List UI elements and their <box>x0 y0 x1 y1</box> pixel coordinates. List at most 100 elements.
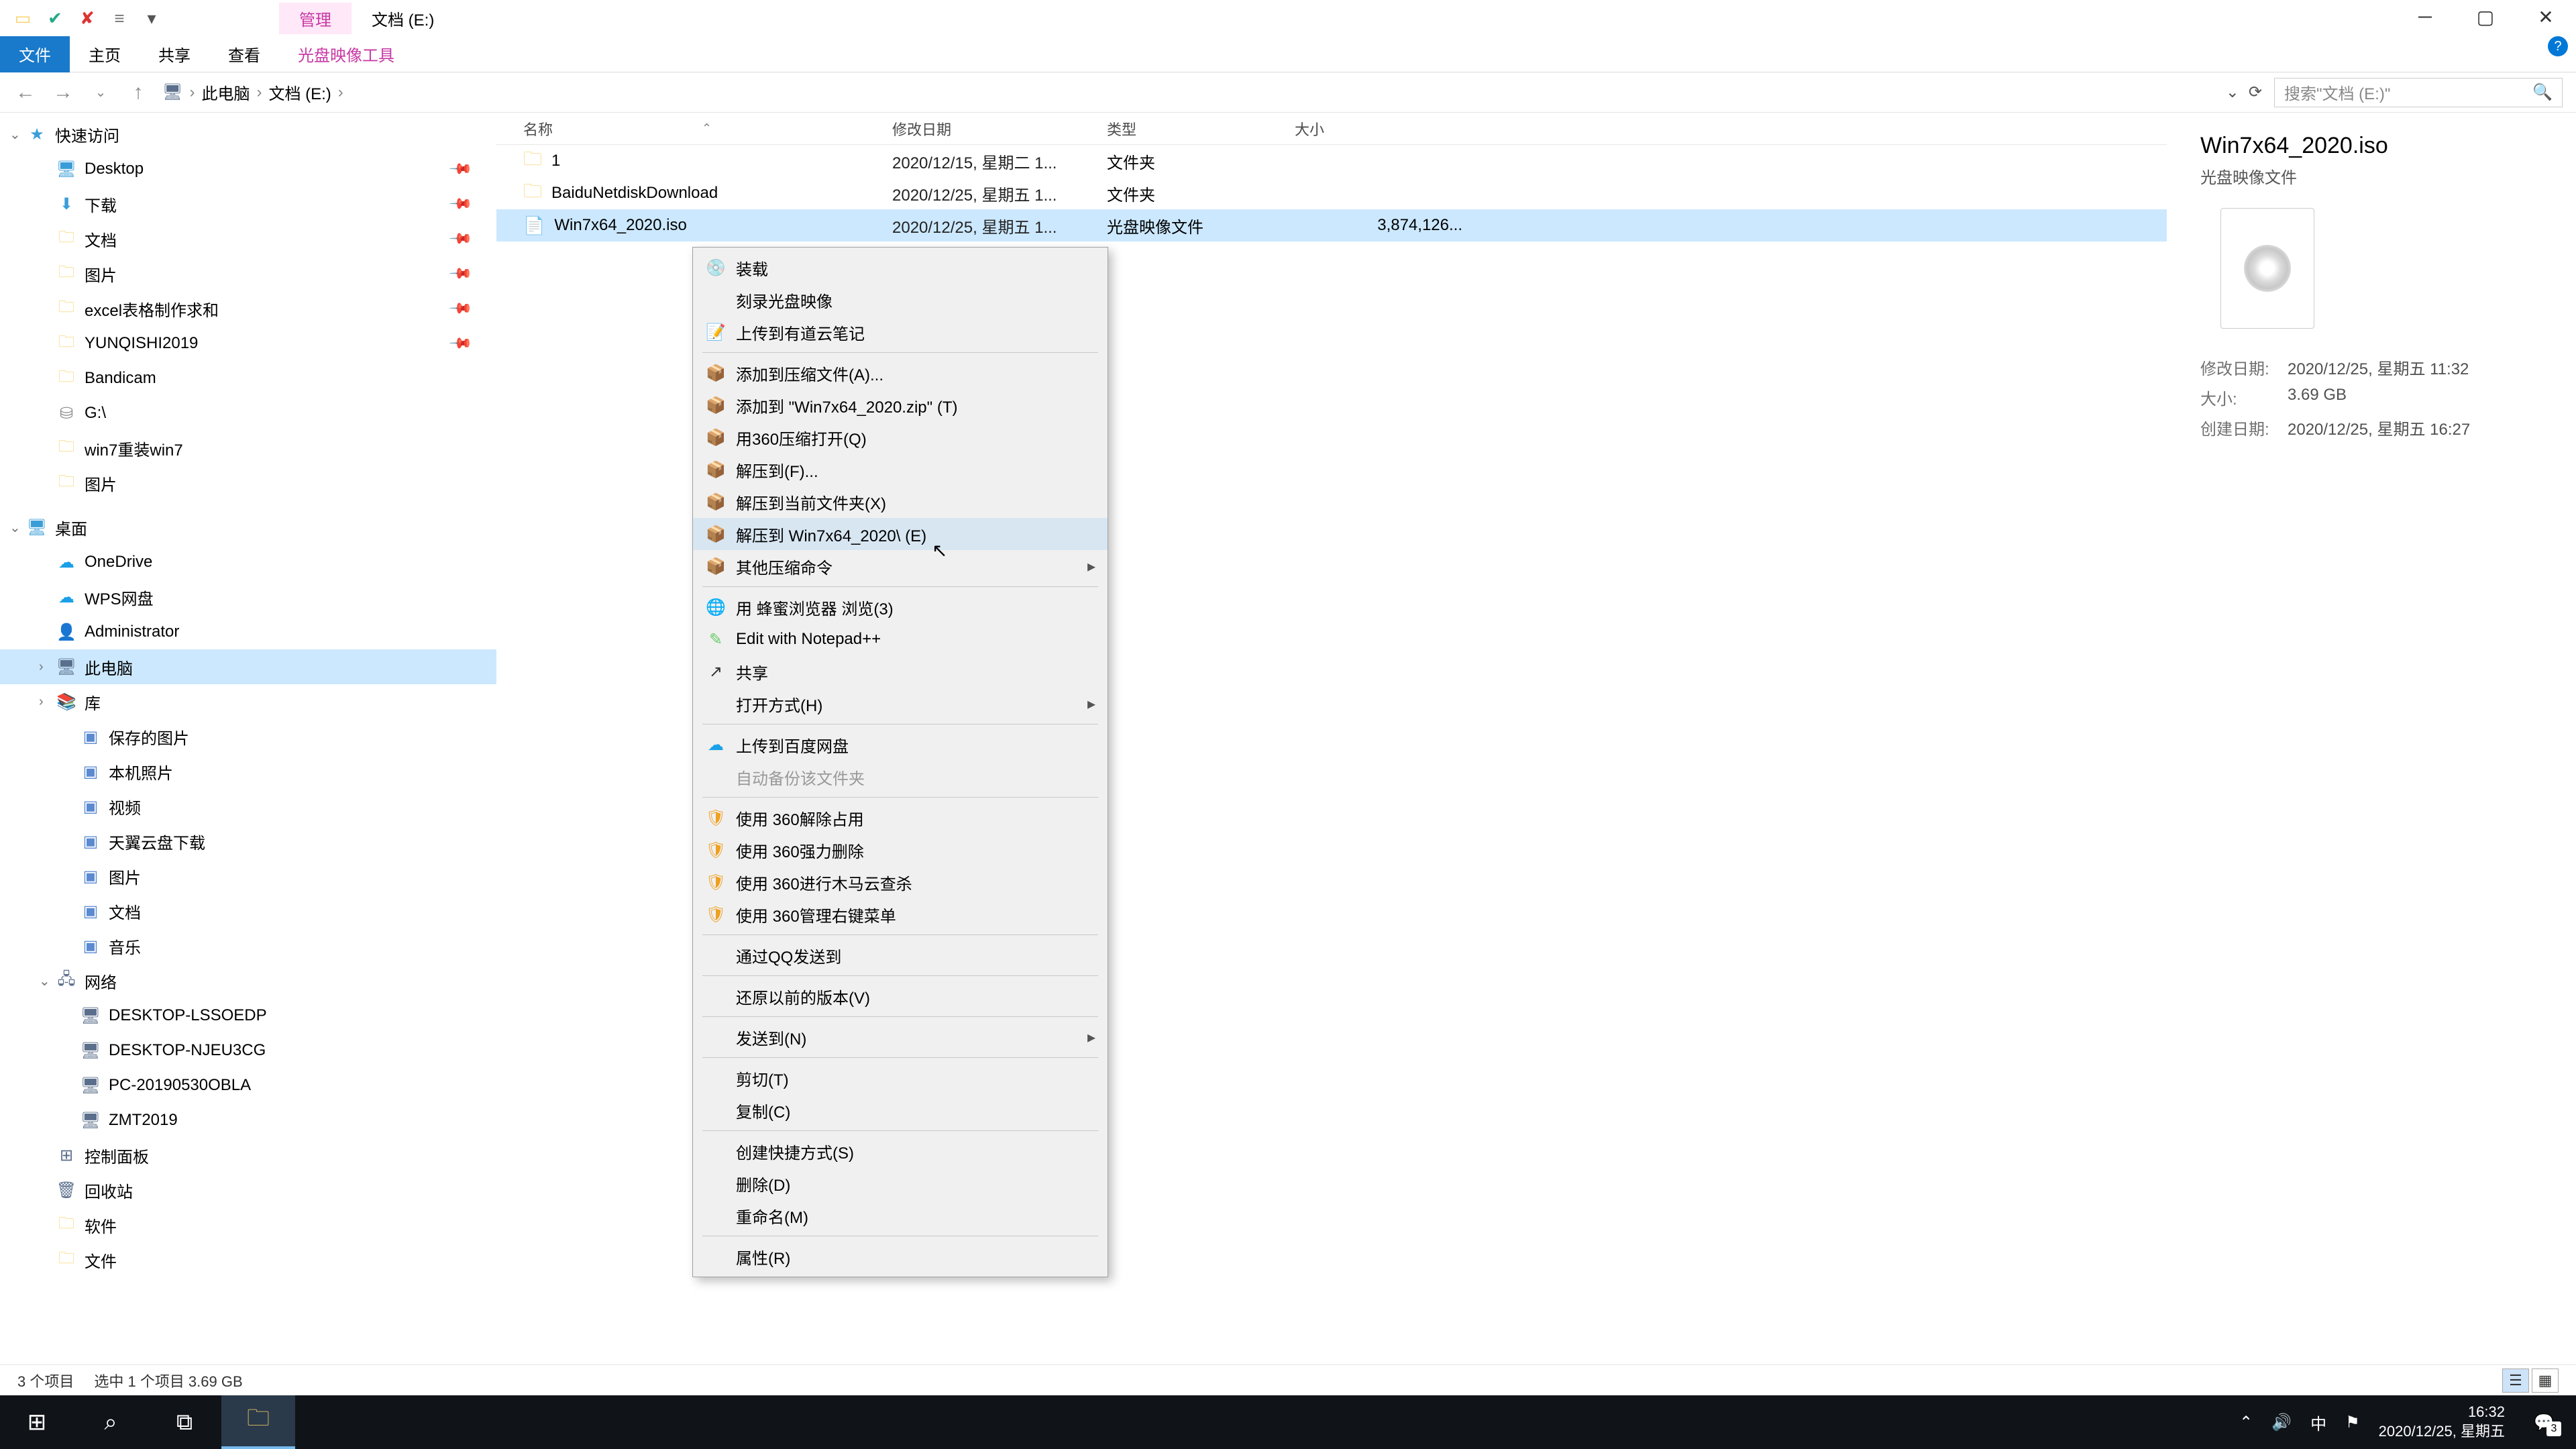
sidebar-item[interactable]: ▣保存的图片 <box>0 719 496 754</box>
sidebar-item[interactable]: 🗀Bandicam <box>0 361 496 396</box>
up-button[interactable]: ↑ <box>126 81 150 104</box>
context-menu-item[interactable]: 删除(D) <box>693 1167 1108 1199</box>
context-menu-item[interactable]: 刻录光盘映像 <box>693 284 1108 316</box>
column-date[interactable]: 修改日期 <box>892 118 1107 140</box>
sidebar-item[interactable]: 🗀YUNQISHI2019📌 <box>0 326 496 361</box>
context-menu-item[interactable]: 📦解压到当前文件夹(X) <box>693 486 1108 518</box>
address-bar[interactable]: 🖥 › 此电脑 › 文档 (E:) › <box>162 80 2214 104</box>
breadcrumb-drive[interactable]: 文档 (E:) <box>268 80 331 104</box>
context-menu-item[interactable]: 🌐用 蜂蜜浏览器 浏览(3) <box>693 591 1108 623</box>
column-name[interactable]: 名称 <box>496 118 892 140</box>
search-icon[interactable]: 🔍 <box>2532 83 2553 102</box>
sidebar-quick-access[interactable]: ⌄ ★ 快速访问 <box>0 117 496 152</box>
context-menu-item[interactable]: 还原以前的版本(V) <box>693 980 1108 1012</box>
chevron-down-icon[interactable]: ⌄ <box>9 126 21 143</box>
context-menu-item[interactable]: 📝上传到有道云笔记 <box>693 316 1108 348</box>
taskbar-clock[interactable]: 16:32 2020/12/25, 星期五 <box>2379 1403 2505 1441</box>
sidebar-desktop-root[interactable]: ⌄ 🖥 桌面 <box>0 510 496 545</box>
sidebar-recycle-bin[interactable]: 🗑 回收站 <box>0 1173 496 1208</box>
qat-dropdown-icon[interactable]: ▾ <box>138 5 165 32</box>
tray-overflow-icon[interactable]: ⌃ <box>2239 1413 2253 1432</box>
ribbon-home-tab[interactable]: 主页 <box>70 36 140 72</box>
sidebar-item[interactable]: 👤Administrator <box>0 614 496 649</box>
context-menu-item[interactable]: 复制(C) <box>693 1094 1108 1126</box>
back-button[interactable]: ← <box>13 81 38 104</box>
security-icon[interactable]: ⚑ <box>2345 1413 2360 1432</box>
breadcrumb-this-pc[interactable]: 此电脑 <box>201 80 250 104</box>
context-menu-item[interactable]: 🛡使用 360进行木马云查杀 <box>693 866 1108 898</box>
sidebar-item[interactable]: 🗀excel表格制作求和📌 <box>0 291 496 326</box>
sidebar-item[interactable]: 🗀win7重装win7 <box>0 431 496 466</box>
task-view-button[interactable]: ⧉ <box>148 1395 221 1449</box>
sidebar-item[interactable]: ▣本机照片 <box>0 754 496 789</box>
context-menu-item[interactable]: 🛡使用 360管理右键菜单 <box>693 898 1108 930</box>
context-menu-item[interactable]: 创建快捷方式(S) <box>693 1135 1108 1167</box>
search-button[interactable]: ⌕ <box>74 1395 148 1449</box>
search-input[interactable]: 搜索"文档 (E:)" 🔍 <box>2274 78 2563 107</box>
help-icon[interactable]: ? <box>2548 36 2568 56</box>
ribbon-file-tab[interactable]: 文件 <box>0 36 70 72</box>
sidebar-item[interactable]: 🗀文档📌 <box>0 221 496 256</box>
context-menu-item[interactable]: 📦添加到 "Win7x64_2020.zip" (T) <box>693 389 1108 421</box>
chevron-down-icon[interactable]: ⌄ <box>9 519 21 536</box>
sidebar-item[interactable]: ☁WPS网盘 <box>0 580 496 614</box>
context-menu-item[interactable]: 通过QQ发送到 <box>693 939 1108 971</box>
minimize-button[interactable]: ─ <box>2395 0 2455 34</box>
sidebar-item[interactable]: ☁OneDrive <box>0 545 496 580</box>
chevron-right-icon[interactable]: › <box>338 83 343 102</box>
taskbar-explorer[interactable]: 🗀 <box>221 1395 295 1449</box>
sidebar-item[interactable]: ▣视频 <box>0 789 496 824</box>
sidebar-item[interactable]: 🖥DESKTOP-LSSOEDP <box>0 998 496 1033</box>
forward-button[interactable]: → <box>51 81 75 104</box>
sidebar-item[interactable]: ▣音乐 <box>0 928 496 963</box>
column-size[interactable]: 大小 <box>1295 118 1483 140</box>
sidebar-item[interactable]: 🗀图片 <box>0 466 496 500</box>
sidebar-control-panel[interactable]: ⊞ 控制面板 <box>0 1138 496 1173</box>
qat-properties-icon[interactable]: ✔ <box>42 5 68 32</box>
maximize-button[interactable]: ▢ <box>2455 0 2516 34</box>
sidebar-item[interactable]: ⛁G:\ <box>0 396 496 431</box>
context-menu-item[interactable]: ↗共享 <box>693 655 1108 688</box>
volume-icon[interactable]: 🔊 <box>2271 1413 2292 1432</box>
context-menu-item[interactable]: 属性(R) <box>693 1240 1108 1273</box>
chevron-down-icon[interactable]: ⌄ <box>39 973 50 989</box>
context-menu-item[interactable]: 📦其他压缩命令▸ <box>693 550 1108 582</box>
context-menu-item[interactable]: ☁上传到百度网盘 <box>693 729 1108 761</box>
sidebar-item[interactable]: ▣图片 <box>0 859 496 894</box>
context-menu-item[interactable]: 🛡使用 360强力删除 <box>693 834 1108 866</box>
context-menu-item[interactable]: 🛡使用 360解除占用 <box>693 802 1108 834</box>
qat-delete-icon[interactable]: ✘ <box>74 5 101 32</box>
sidebar-item[interactable]: 🗀图片📌 <box>0 256 496 291</box>
sidebar-item[interactable]: ›🖥此电脑 <box>0 649 496 684</box>
ribbon-disc-tools-tab[interactable]: 光盘映像工具 <box>279 36 413 72</box>
sidebar-item[interactable]: ▣天翼云盘下载 <box>0 824 496 859</box>
sidebar-item[interactable]: ⬇下载📌 <box>0 186 496 221</box>
context-menu-item[interactable]: 💿装载 <box>693 252 1108 284</box>
ribbon-view-tab[interactable]: 查看 <box>209 36 279 72</box>
sidebar-files[interactable]: 🗀 文件 <box>0 1242 496 1277</box>
context-menu-item[interactable]: 📦添加到压缩文件(A)... <box>693 357 1108 389</box>
sidebar-item[interactable]: 🖥PC-20190530OBLA <box>0 1068 496 1103</box>
context-menu-item[interactable]: 📦用360压缩打开(Q) <box>693 421 1108 453</box>
context-menu-item[interactable]: 剪切(T) <box>693 1062 1108 1094</box>
context-menu-item[interactable]: 发送到(N)▸ <box>693 1021 1108 1053</box>
address-dropdown-icon[interactable]: ⌄ <box>2226 83 2239 102</box>
chevron-right-icon[interactable]: › <box>39 694 44 710</box>
ribbon-share-tab[interactable]: 共享 <box>140 36 209 72</box>
context-menu-item[interactable]: 📦解压到 Win7x64_2020\ (E) <box>693 518 1108 550</box>
context-menu-item[interactable]: 重命名(M) <box>693 1199 1108 1232</box>
start-button[interactable]: ⊞ <box>0 1395 74 1449</box>
context-menu-item[interactable]: ✎Edit with Notepad++ <box>693 623 1108 655</box>
recent-dropdown-icon[interactable]: ⌄ <box>89 84 113 101</box>
qat-rename-icon[interactable]: ≡ <box>106 5 133 32</box>
column-type[interactable]: 类型 <box>1107 118 1295 140</box>
sidebar-item[interactable]: 🖥ZMT2019 <box>0 1103 496 1138</box>
details-view-button[interactable]: ☰ <box>2502 1368 2529 1393</box>
file-row[interactable]: 🗀12020/12/15, 星期二 1...文件夹 <box>496 145 2167 177</box>
file-row[interactable]: 📄Win7x64_2020.iso2020/12/25, 星期五 1...光盘映… <box>496 209 2167 241</box>
chevron-right-icon[interactable]: › <box>189 83 195 102</box>
sidebar-network[interactable]: ⌄ 🖧 网络 <box>0 963 496 998</box>
close-button[interactable]: ✕ <box>2516 0 2576 34</box>
sidebar-item[interactable]: ▣文档 <box>0 894 496 928</box>
sidebar-software[interactable]: 🗀 软件 <box>0 1208 496 1242</box>
